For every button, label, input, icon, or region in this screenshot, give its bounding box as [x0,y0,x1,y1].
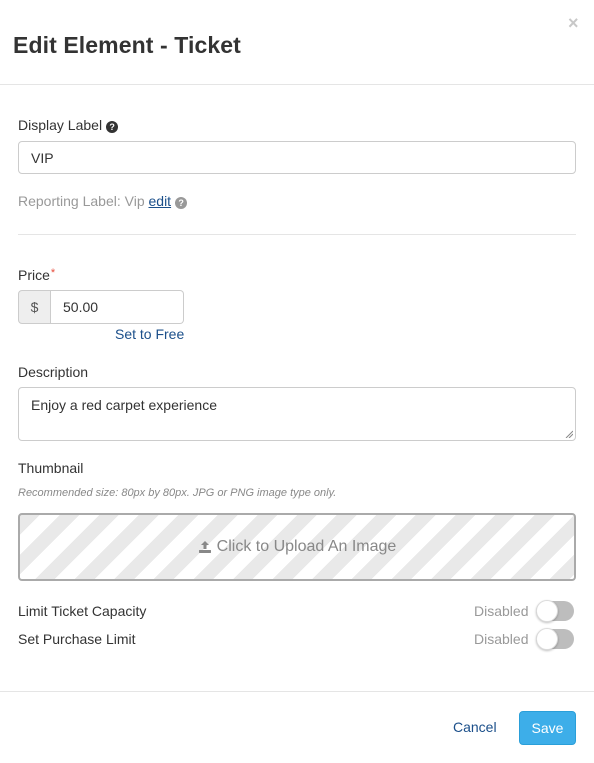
reporting-label-edit-link[interactable]: edit [149,193,172,209]
purchase-limit-status: Disabled [474,631,529,647]
set-to-free-link[interactable]: Set to Free [115,326,184,342]
thumbnail-hint: Recommended size: 80px by 80px. JPG or P… [18,487,337,499]
limit-capacity-toggle[interactable] [536,600,574,622]
image-upload-dropzone[interactable]: Click to Upload An Image [18,513,576,581]
description-label: Description [18,364,89,380]
price-input-group: $ 50.00 [18,290,184,324]
purchase-limit-label: Set Purchase Limit [18,631,136,647]
display-label-heading: Display Label? [18,117,119,133]
display-label-input[interactable]: VIP [18,141,576,174]
close-icon[interactable]: × [568,12,579,34]
required-marker: * [50,267,56,279]
toggle-knob [536,628,558,650]
purchase-limit-toggle[interactable] [536,628,574,650]
price-label: Price [18,267,50,283]
cancel-button[interactable]: Cancel [453,719,497,735]
reporting-label: Reporting Label: Vip edit? [18,193,188,209]
footer-divider [0,691,594,692]
upload-prompt: Click to Upload An Image [198,538,397,556]
display-label-value: VIP [31,149,54,166]
thumbnail-label: Thumbnail [18,460,84,476]
modal-header: Edit Element - Ticket × [0,0,594,85]
reporting-label-text: Reporting Label: Vip [18,193,145,209]
question-circle-icon[interactable]: ? [175,197,188,209]
question-circle-icon[interactable]: ? [106,121,119,133]
toggle-knob [536,600,558,622]
save-button[interactable]: Save [519,711,576,745]
description-value: Enjoy a red carpet experience [31,397,217,413]
upload-text: Click to Upload An Image [216,538,397,555]
resize-grip-icon[interactable] [565,430,573,438]
limit-capacity-status: Disabled [474,603,529,619]
price-value: 50.00 [63,299,99,315]
limit-capacity-label: Limit Ticket Capacity [18,603,147,619]
section-divider [18,234,576,235]
upload-icon [198,541,211,553]
modal-title: Edit Element - Ticket [13,32,241,58]
currency-addon: $ [18,290,51,324]
description-textarea[interactable]: Enjoy a red carpet experience [18,387,576,441]
edit-element-modal: Edit Element - Ticket × Display Label? V… [0,0,594,763]
display-label-text: Display Label [18,117,103,133]
price-heading: Price* [18,267,55,283]
price-input[interactable]: 50.00 [51,290,184,324]
